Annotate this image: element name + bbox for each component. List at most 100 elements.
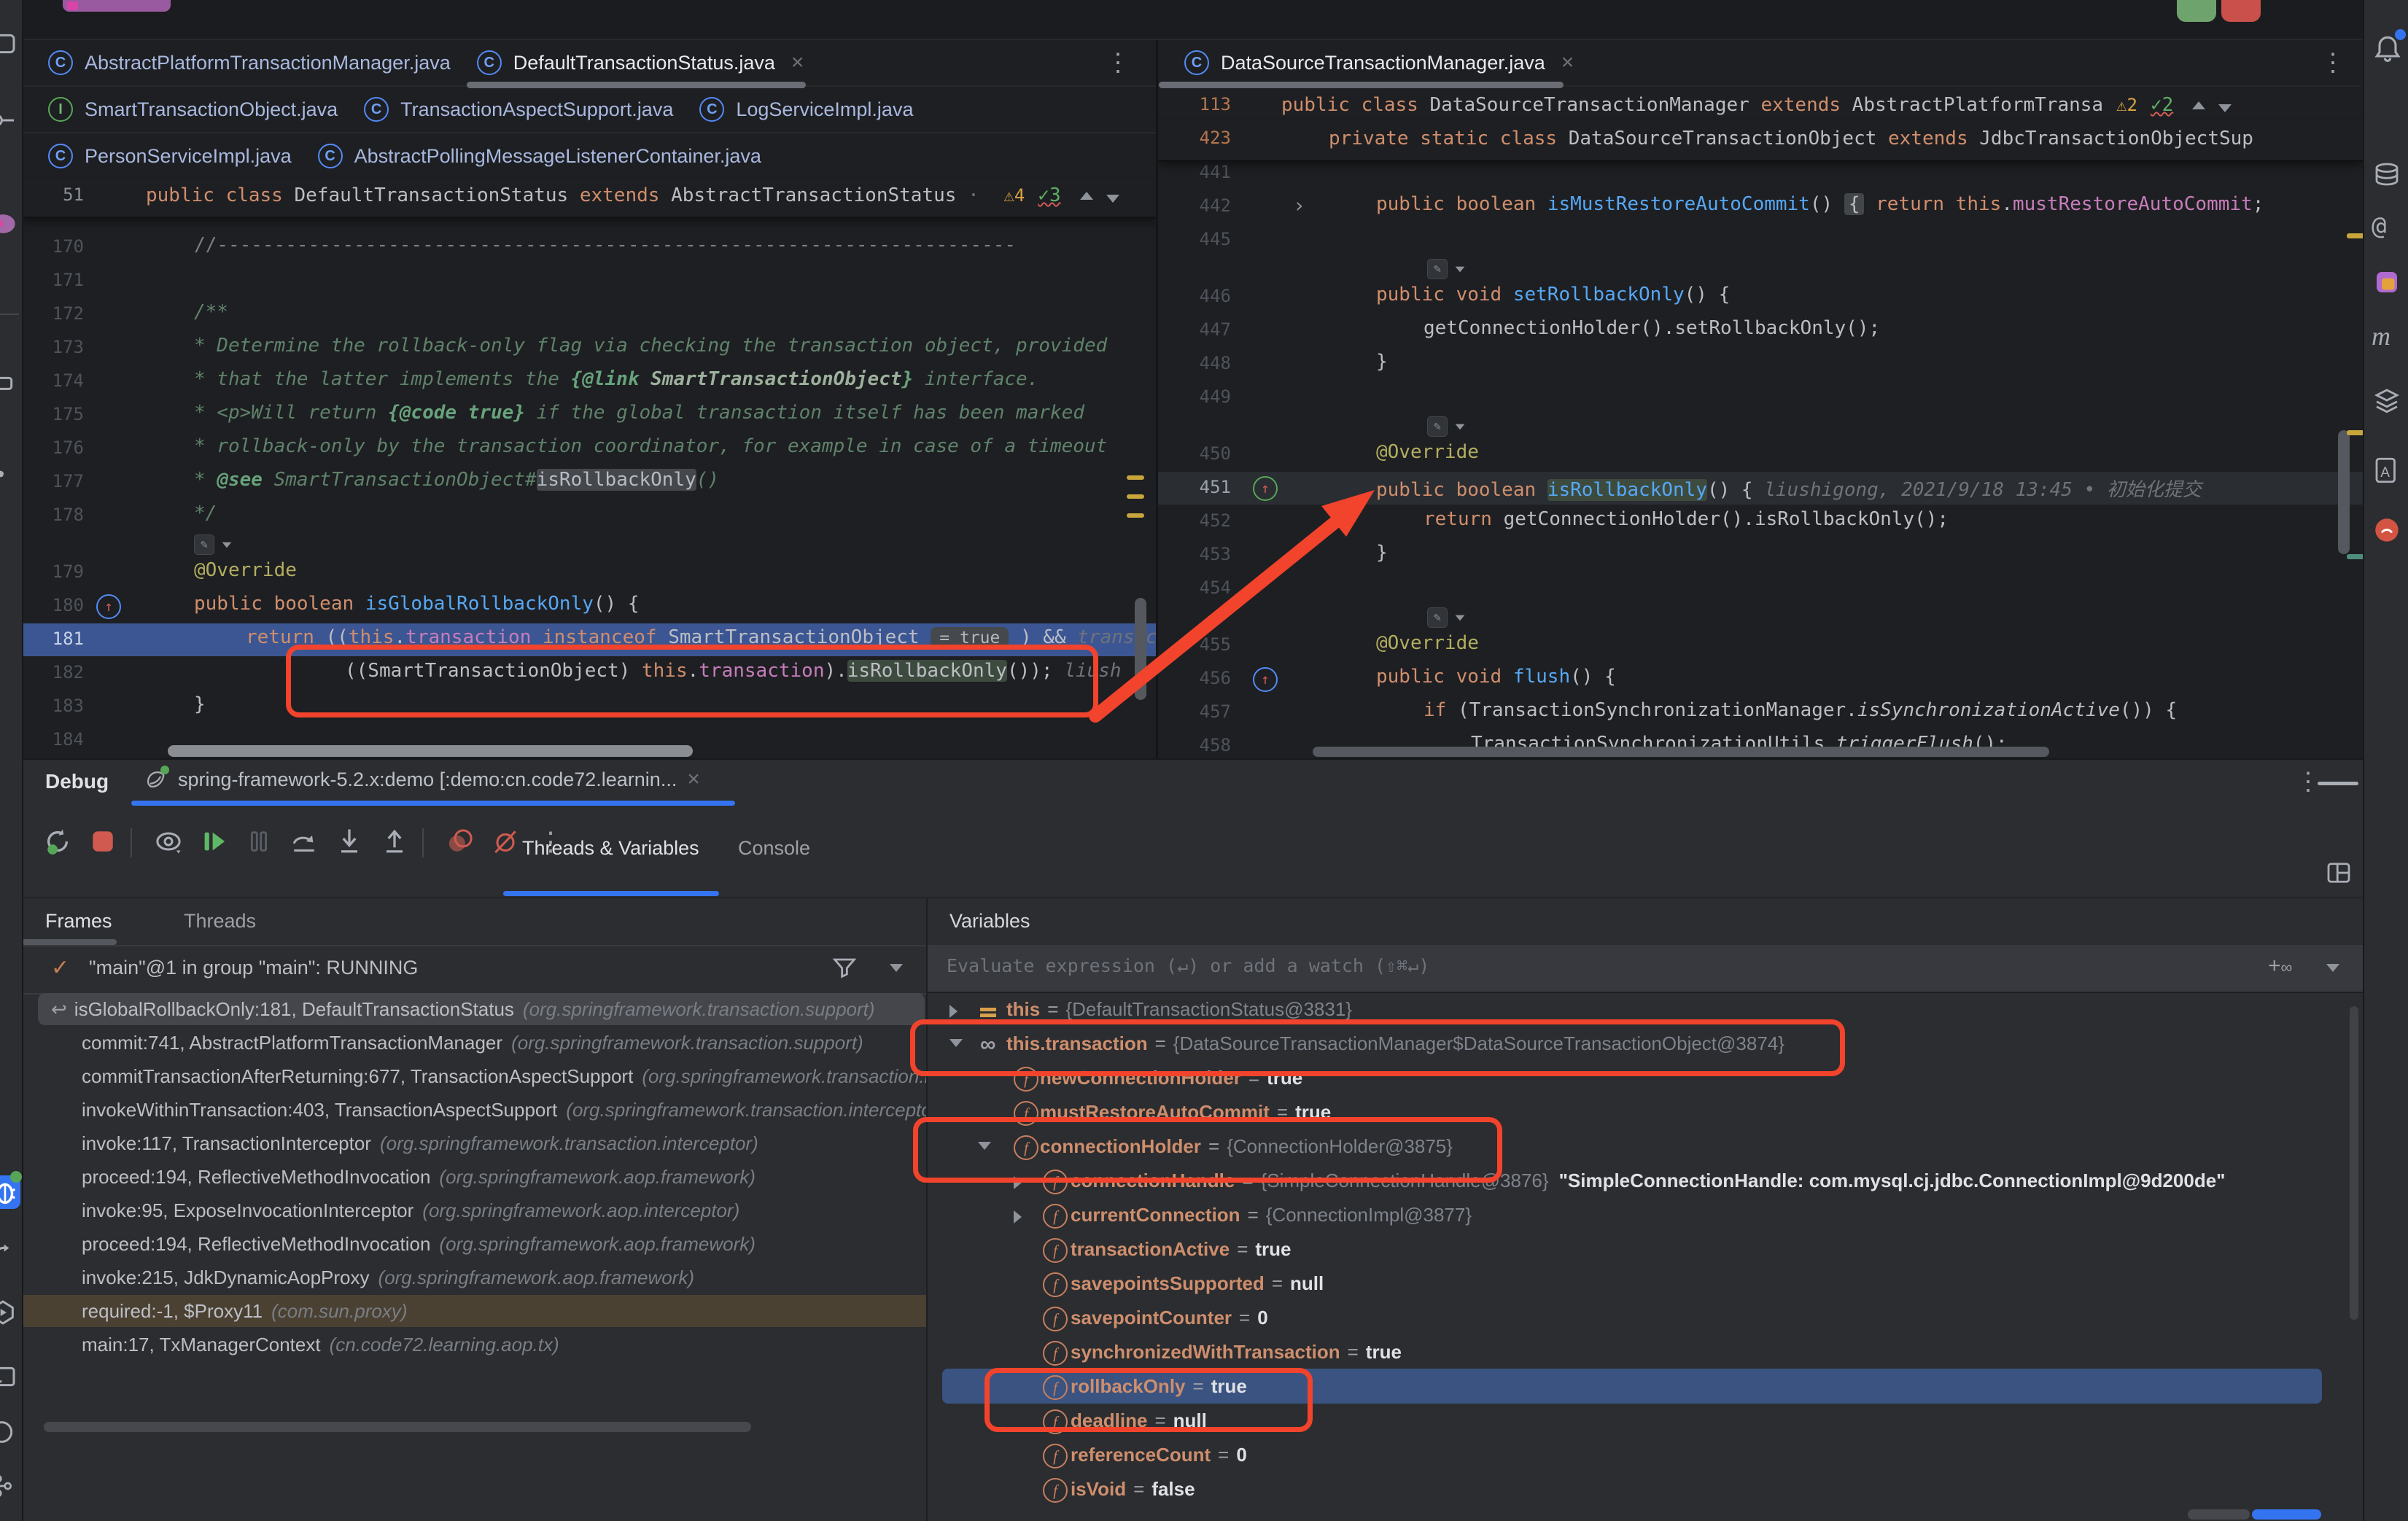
resume-program-icon[interactable] (196, 824, 231, 859)
stop-button-icon[interactable] (85, 824, 120, 859)
rerun-debugger-icon[interactable] (40, 824, 75, 859)
left-strip-icon[interactable] (0, 208, 20, 244)
frame-row[interactable]: proceed:194, ReflectiveMethodInvocation(… (22, 1228, 926, 1260)
thread-selector[interactable]: ✓ "main"@1 in group "main": RUNNING (22, 945, 926, 995)
variable-row[interactable]: fcurrentConnection={ConnectionImpl@3877} (928, 1199, 2350, 1232)
tab-console[interactable]: Console (738, 837, 810, 860)
chevron-right-icon[interactable] (949, 1005, 958, 1018)
debug-panel-minimize-icon[interactable] (2318, 782, 2358, 785)
right-strip-icon[interactable]: @ (2372, 211, 2386, 241)
left-strip-icon[interactable] (0, 1362, 18, 1395)
frame-row[interactable]: commitTransactionAfterReturning:677, Tra… (22, 1060, 926, 1092)
step-over-icon[interactable] (287, 824, 322, 859)
step-into-icon[interactable] (332, 824, 367, 859)
line-number[interactable]: 179 (22, 561, 84, 582)
line-number[interactable]: 452 (1158, 510, 1231, 531)
fold-arrow-icon[interactable]: › (1293, 193, 1305, 217)
mute-breakpoints-icon[interactable] (488, 824, 523, 859)
variables-hscrollbar-track[interactable] (2188, 1509, 2250, 1520)
left-strip-icon[interactable] (0, 1471, 18, 1504)
frame-row[interactable]: proceed:194, ReflectiveMethodInvocation(… (22, 1161, 926, 1193)
right-strip-icon[interactable] (2372, 385, 2402, 419)
line-number[interactable]: 441 (1158, 162, 1231, 182)
line-number[interactable]: 171 (22, 270, 84, 290)
right-strip-icon[interactable] (2372, 515, 2402, 549)
line-number[interactable]: 176 (22, 437, 84, 458)
chevron-right-icon[interactable] (1014, 1210, 1022, 1224)
next-problem-icon[interactable] (2218, 104, 2232, 112)
warning-badge[interactable]: ⚠4 (1003, 185, 1025, 206)
chevron-down-icon[interactable] (890, 964, 903, 972)
tab-threads-variables[interactable]: Threads & Variables (522, 837, 699, 860)
window-button-red[interactable] (2221, 0, 2261, 22)
variables-vscrollbar[interactable] (2350, 1006, 2358, 1320)
add-watch-icon[interactable]: +∞ (2268, 954, 2292, 979)
line-number[interactable]: 172 (22, 303, 84, 324)
comment-fold-icon[interactable]: ✎ (194, 534, 233, 555)
prev-problem-icon[interactable] (2192, 101, 2205, 109)
left-strip-icon[interactable] (0, 368, 18, 401)
override-gutter-icon[interactable]: ↑ (1253, 667, 1278, 692)
variable-row[interactable]: fsavepointCounter=0 (928, 1302, 2350, 1335)
variable-row[interactable]: ftransactionActive=true (928, 1233, 2350, 1267)
line-number[interactable]: 174 (22, 370, 84, 391)
step-out-icon[interactable] (377, 824, 412, 859)
layout-settings-icon[interactable] (2323, 857, 2354, 892)
variable-row[interactable]: fsynchronizedWithTransaction=true (928, 1336, 2350, 1369)
frames-tab-scrollbar[interactable] (22, 939, 117, 945)
line-number[interactable]: 177 (22, 471, 84, 491)
right-strip-icon[interactable] (2372, 267, 2402, 301)
line-number[interactable]: 451 (1158, 477, 1231, 497)
right-editor-hscrollbar[interactable] (1313, 747, 2049, 757)
line-number[interactable]: 170 (22, 236, 84, 257)
line-number[interactable]: 184 (22, 729, 84, 750)
line-number[interactable]: 456 (1158, 668, 1231, 688)
left-strip-icon[interactable] (0, 1417, 18, 1450)
left-editor-vscrollbar[interactable] (1135, 598, 1146, 700)
line-number[interactable]: 455 (1158, 634, 1231, 655)
variable-row[interactable]: fsavepointsSupported=null (928, 1267, 2350, 1301)
frame-row[interactable]: invoke:95, ExposeInvocationInterceptor(o… (22, 1194, 926, 1226)
inspection-ok-badge[interactable]: ✓2 (2151, 94, 2173, 116)
debug-session-tab[interactable]: spring-framework-5.2.x:demo [:demo:cn.co… (143, 767, 700, 792)
line-number[interactable]: 454 (1158, 577, 1231, 598)
chevron-down-icon[interactable] (2326, 964, 2339, 972)
left-editor-hscrollbar[interactable] (168, 745, 693, 757)
close-icon[interactable]: × (687, 767, 700, 792)
line-number[interactable]: 182 (22, 662, 84, 682)
line-number[interactable]: 450 (1158, 443, 1231, 464)
window-button-green[interactable] (2177, 0, 2216, 22)
line-number[interactable]: 447 (1158, 319, 1231, 340)
frame-row[interactable]: ↩isGlobalRollbackOnly:181, DefaultTransa… (38, 993, 925, 1025)
left-strip-icon[interactable] (0, 106, 18, 139)
left-strip-icon[interactable] (0, 459, 18, 492)
override-gutter-icon[interactable]: ↑ (1253, 476, 1278, 501)
view-all-breakpoints-icon[interactable] (443, 824, 478, 859)
debug-panel-more-icon[interactable]: ⋮ (2296, 767, 2320, 796)
frames-hscrollbar[interactable] (44, 1422, 751, 1432)
override-gutter-icon[interactable]: ↑ (96, 594, 121, 619)
comment-fold-icon[interactable]: ✎ (1427, 259, 1467, 279)
line-number[interactable]: 453 (1158, 544, 1231, 564)
inspection-ok-badge[interactable]: ✓3 (1038, 184, 1060, 206)
frame-row[interactable]: required:-1, $Proxy11(com.sun.proxy) (22, 1295, 926, 1327)
line-number[interactable]: 183 (22, 696, 84, 716)
right-strip-icon[interactable] (2372, 159, 2402, 193)
variables-hscrollbar-thumb[interactable] (2252, 1509, 2321, 1520)
frame-row[interactable]: main:17, TxManagerContext(cn.code72.lear… (22, 1329, 926, 1361)
right-strip-icon[interactable]: m (2372, 321, 2390, 351)
filter-funnel-icon[interactable] (830, 952, 859, 985)
line-number[interactable]: 457 (1158, 701, 1231, 722)
line-number[interactable]: 175 (22, 404, 84, 424)
left-strip-icon[interactable] (0, 29, 18, 62)
prev-problem-icon[interactable] (1080, 192, 1093, 200)
frame-row[interactable]: invoke:215, JdkDynamicAopProxy(org.sprin… (22, 1261, 926, 1294)
tab-frames[interactable]: Frames (45, 910, 112, 933)
warning-badge[interactable]: ⚠2 (2116, 95, 2137, 115)
pause-program-icon[interactable] (241, 824, 276, 859)
line-number[interactable]: 180 (22, 595, 84, 615)
evaluate-expression-bar[interactable]: Evaluate expression (↵) or add a watch (… (928, 945, 2363, 993)
left-strip-icon[interactable] (0, 1240, 18, 1272)
frame-row[interactable]: invokeWithinTransaction:403, Transaction… (22, 1094, 926, 1126)
editor-split-divider[interactable] (1156, 40, 1158, 758)
